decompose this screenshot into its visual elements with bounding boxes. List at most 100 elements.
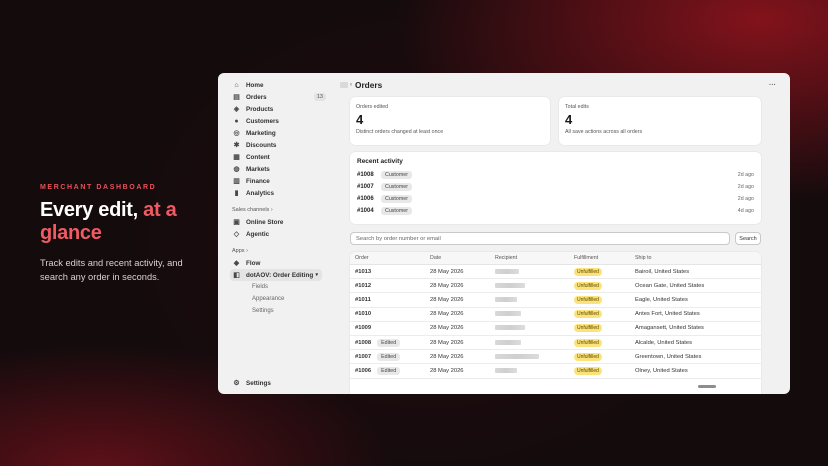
recipient-cell: [495, 367, 574, 374]
date-cell: 28 May 2026: [430, 325, 464, 332]
eyebrow: MERCHANT DASHBOARD: [40, 184, 157, 191]
order-number[interactable]: #1012: [355, 283, 371, 289]
table-row[interactable]: #1011 28 May 2026 Unfulfilled Eagle, United…: [350, 293, 761, 308]
stat-value: 4: [565, 112, 573, 127]
sidebar-item-home[interactable]: ⌂ Home: [232, 79, 326, 91]
sidebar-item-products[interactable]: ◈ Products: [232, 103, 326, 115]
sidebar-item-discounts[interactable]: ✱ Discounts: [232, 139, 326, 151]
scrollbar[interactable]: [698, 385, 716, 388]
sidebar-item-analytics[interactable]: ▮ Analytics: [232, 187, 326, 199]
sidebar-item-label: Marketing: [246, 129, 276, 137]
order-cell: #1010: [350, 311, 430, 317]
fulfillment-cell: Unfulfilled: [574, 338, 635, 347]
order-number[interactable]: #1013: [355, 269, 371, 275]
fulfillment-cell: Unfulfilled: [574, 324, 635, 333]
order-number[interactable]: #1009: [355, 325, 371, 331]
stat-value: 4: [356, 112, 364, 127]
recipient-cell: [495, 268, 574, 275]
ship-to-cell: Bairoil, United States: [635, 268, 690, 275]
activity-time: 2d ago: [737, 196, 754, 202]
activity-order-number: #1006: [357, 196, 374, 202]
nav-main: ⌂ Home ▤ Orders 13 ◈ Products ● Customers ◎ Market…: [232, 79, 326, 199]
chevron-left-icon[interactable]: ‹: [350, 82, 352, 88]
order-number[interactable]: #1010: [355, 311, 371, 317]
stat-description: Distinct orders changed at least once: [356, 129, 444, 135]
sidebar-item-marketing[interactable]: ◎ Marketing: [232, 127, 326, 139]
column-header-date: Date: [430, 255, 442, 261]
recent-activity-card: Recent activity #1008 Customer 2d ago #1007…: [350, 152, 761, 224]
bank-icon: ▥: [233, 178, 240, 185]
sales-channels-heading[interactable]: Sales channels ›: [232, 205, 326, 214]
page-title: Orders: [355, 80, 383, 90]
fulfillment-badge: Unfulfilled: [574, 281, 602, 290]
table-row[interactable]: #1007 Edited 28 May 2026 Unfulfilled Greento…: [350, 350, 761, 365]
fulfillment-cell: Unfulfilled: [574, 295, 635, 304]
search-input[interactable]: Search by order number or email: [350, 232, 730, 245]
redacted-recipient: [495, 311, 521, 317]
home-icon: ⌂: [234, 81, 239, 89]
table-row[interactable]: #1008 Edited 28 May 2026 Unfulfilled Alcalde…: [350, 336, 761, 351]
order-cell: #1009: [350, 325, 430, 331]
sidebar-item-customers[interactable]: ● Customers: [232, 115, 326, 127]
column-header-ship-to: Ship to: [635, 255, 652, 261]
order-cell: #1012: [350, 283, 430, 289]
activity-time: 2d ago: [737, 172, 754, 178]
agentic-icon: ◇: [233, 231, 240, 238]
sidebar-item-content[interactable]: ▦ Content: [232, 151, 326, 163]
sidebar-item-orders[interactable]: ▤ Orders 13: [232, 91, 326, 103]
activity-row[interactable]: #1006 Customer 2d ago: [357, 193, 754, 205]
ship-to-cell: Greentown, United States: [635, 353, 702, 360]
order-cell: #1007 Edited: [350, 352, 430, 361]
sidebar-item-online-store[interactable]: ▣ Online Store: [232, 216, 326, 228]
app-logo-icon: [340, 82, 348, 88]
date-cell: 28 May 2026: [430, 367, 464, 374]
recipient-cell: [495, 296, 574, 303]
sidebar-item-dotaov-order-editing[interactable]: ◧ dotAOV: Order Editing ▾: [230, 269, 322, 281]
sidebar-item-flow[interactable]: ◆ Flow: [232, 257, 326, 269]
recipient-cell: [495, 311, 574, 317]
main-content: ‹ Orders ··· Orders edited 4 Distinct or…: [340, 73, 790, 394]
stat-label: Orders edited: [356, 104, 389, 110]
order-number[interactable]: #1008: [355, 340, 371, 346]
order-number[interactable]: #1011: [355, 297, 371, 303]
table-row[interactable]: #1012 28 May 2026 Unfulfilled Ocean Gate, U…: [350, 279, 761, 294]
redacted-recipient: [495, 367, 517, 373]
activity-row[interactable]: #1008 Customer 2d ago: [357, 169, 754, 181]
sidebar-subitem-appearance[interactable]: Appearance: [232, 293, 326, 305]
table-row[interactable]: #1006 Edited 28 May 2026 Unfulfilled Olney, …: [350, 364, 761, 379]
table-row[interactable]: #1013 28 May 2026 Unfulfilled Bairoil, Unit…: [350, 265, 761, 280]
order-number[interactable]: #1006: [355, 368, 371, 374]
column-header-recipient: Recipient: [495, 255, 518, 261]
sidebar-item-markets[interactable]: ◍ Markets: [232, 163, 326, 175]
recipient-cell: [495, 325, 574, 331]
date-cell: 28 May 2026: [430, 296, 464, 303]
fulfillment-badge: Unfulfilled: [574, 295, 602, 304]
apps-heading[interactable]: Apps ›: [232, 246, 326, 255]
activity-row[interactable]: #1007 Customer 2d ago: [357, 181, 754, 193]
order-cell: #1013: [350, 269, 430, 275]
apps-label: Apps: [232, 247, 245, 254]
more-options-icon[interactable]: ···: [769, 82, 776, 89]
sidebar-item-agentic[interactable]: ◇ Agentic: [232, 228, 326, 240]
sidebar-item-finance[interactable]: ▥ Finance: [232, 175, 326, 187]
ship-to-cell: Olney, United States: [635, 367, 688, 374]
sales-channels-label: Sales channels: [232, 206, 270, 213]
activity-order-number: #1008: [357, 172, 374, 178]
flow-icon: ◆: [233, 260, 240, 267]
activity-row[interactable]: #1004 Customer 4d ago: [357, 205, 754, 217]
stat-card-orders-edited: Orders edited 4 Distinct orders changed …: [350, 97, 550, 145]
gear-icon: ⚙: [233, 380, 240, 387]
stat-label: Total edits: [565, 104, 589, 110]
sidebar-item-settings[interactable]: ⚙ Settings: [232, 377, 270, 389]
column-header-order: Order: [355, 255, 369, 261]
sidebar-subitem-fields[interactable]: Fields: [232, 281, 326, 293]
sidebar-subitem-settings[interactable]: Settings: [232, 305, 326, 317]
redacted-recipient: [495, 353, 539, 359]
edited-badge: Edited: [377, 352, 401, 361]
ship-to-cell: Alcalde, United States: [635, 339, 693, 346]
table-row[interactable]: #1010 28 May 2026 Unfulfilled Antes Fort, U…: [350, 308, 761, 322]
order-number[interactable]: #1007: [355, 354, 371, 360]
search-button[interactable]: Search: [735, 232, 761, 245]
table-row[interactable]: #1009 28 May 2026 Unfulfilled Amagansett, U…: [350, 322, 761, 336]
person-icon: ●: [234, 117, 239, 125]
